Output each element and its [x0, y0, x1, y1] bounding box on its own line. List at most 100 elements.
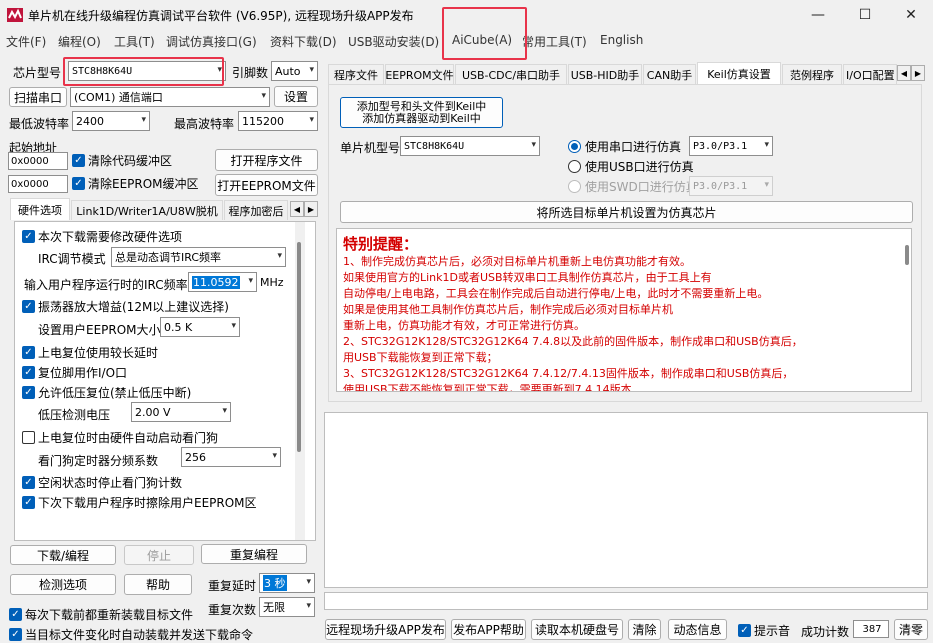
irc-freq-select[interactable]: 11.0592 ▾: [188, 272, 257, 292]
menu-common-tools[interactable]: 常用工具(T): [522, 33, 587, 50]
output-log[interactable]: [324, 412, 928, 588]
reset-count-button[interactable]: 清零: [894, 619, 928, 640]
clear-code-label: 清除代码缓冲区: [88, 154, 173, 168]
serial-pins-select[interactable]: P3.0/P3.1 ▾: [689, 136, 773, 156]
arrow-left-icon[interactable]: ◀: [290, 201, 304, 217]
tab-serial-assistant[interactable]: USB-CDC/串口助手: [455, 64, 567, 84]
tab-offline-writer[interactable]: Link1D/Writer1A/U8W脱机: [71, 200, 223, 220]
clear-button[interactable]: 清除: [628, 619, 661, 640]
scrollbar-thumb[interactable]: [297, 242, 301, 452]
maximize-button[interactable]: ☐: [842, 0, 888, 30]
menu-tools[interactable]: 工具(T): [114, 33, 155, 50]
max-baud-value: 115200: [242, 114, 284, 128]
open-program-file-button[interactable]: 打开程序文件: [215, 149, 318, 171]
irc-freq-unit: MHz: [260, 276, 284, 289]
menu-usb-driver[interactable]: USB驱动安装(D): [348, 33, 439, 50]
erase-eeprom-label: 下次下载用户程序时擦除用户EEPROM区: [38, 496, 257, 510]
pin-count-select[interactable]: Auto ▾: [271, 61, 318, 81]
dynamic-info-button[interactable]: 动态信息: [668, 619, 727, 640]
reload-each-checkbox[interactable]: ✓ 每次下载前都重新装载目标文件: [9, 606, 193, 623]
eeprom-size-select[interactable]: 0.5 K ▾: [160, 317, 240, 337]
menu-program[interactable]: 编程(O): [58, 33, 101, 50]
publish-help-button[interactable]: 发布APP帮助: [451, 619, 526, 640]
wdt-idle-checkbox[interactable]: ✓ 空闲状态时停止看门狗计数: [22, 474, 182, 491]
irc-mode-select[interactable]: 总是动态调节IRC频率 ▾: [111, 247, 286, 267]
wdt-div-label: 看门狗定时器分频系数: [38, 454, 159, 468]
settings-button[interactable]: 设置: [274, 86, 318, 107]
tab-usb-hid[interactable]: USB-HID助手: [568, 64, 642, 84]
por-delay-checkbox[interactable]: ✓ 上电复位使用较长延时: [22, 344, 158, 361]
publish-app-button[interactable]: 远程现场升级APP发布: [325, 619, 446, 640]
swd-pins-select[interactable]: P3.0/P3.1 ▾: [689, 176, 773, 196]
repeat-program-button[interactable]: 重复编程: [201, 544, 307, 564]
tab-program-file[interactable]: 程序文件: [328, 64, 384, 84]
radio-selected-icon: [568, 140, 581, 153]
wdt-auto-label: 上电复位时由硬件自动启动看门狗: [38, 431, 219, 445]
close-button[interactable]: ✕: [888, 0, 933, 30]
port-select[interactable]: (COM1) 通信端口 ▾: [70, 87, 270, 107]
checkbox-checked-icon: ✓: [72, 154, 85, 167]
right-tab-scroll-arrows[interactable]: ◀ ▶: [897, 65, 925, 81]
lvd-voltage-value: 2.00 V: [135, 405, 171, 419]
arrow-right-icon[interactable]: ▶: [304, 201, 318, 217]
add-to-keil-button[interactable]: 添加型号和头文件到Keil中 添加仿真器驱动到Keil中: [340, 97, 503, 128]
chevron-down-icon: ▾: [306, 577, 311, 587]
osc-gain-checkbox[interactable]: ✓ 振荡器放大增益(12M以上建议选择): [22, 298, 229, 315]
open-eeprom-file-button[interactable]: 打开EEPROM文件: [215, 174, 318, 196]
clear-code-checkbox[interactable]: ✓ 清除代码缓冲区: [72, 152, 172, 169]
arrow-left-icon[interactable]: ◀: [897, 65, 911, 81]
read-disk-id-button[interactable]: 读取本机硬盘号: [531, 619, 623, 640]
download-program-button[interactable]: 下载/编程: [10, 545, 116, 565]
reset-io-checkbox[interactable]: ✓ 复位脚用作I/O口: [22, 364, 127, 381]
tab-hardware-options[interactable]: 硬件选项: [10, 198, 70, 220]
tab-keil-emulation[interactable]: Keil仿真设置: [697, 62, 781, 84]
tab-examples[interactable]: 范例程序: [782, 64, 842, 84]
notice-line: 1、制作完成仿真芯片后，必须对目标单片机重新上电仿真功能才有效。: [343, 255, 691, 268]
set-emulation-chip-button[interactable]: 将所选目标单片机设置为仿真芯片: [340, 201, 913, 223]
modify-hw-checkbox[interactable]: ✓ 本次下载需要修改硬件选项: [22, 228, 182, 245]
clear-eeprom-checkbox[interactable]: ✓ 清除EEPROM缓冲区: [72, 175, 199, 192]
beep-checkbox[interactable]: ✓ 提示音: [738, 622, 790, 639]
menu-debug-interface[interactable]: 调试仿真接口(G): [166, 33, 257, 50]
check-options-button[interactable]: 检测选项: [10, 574, 116, 595]
scan-port-button[interactable]: 扫描串口: [9, 87, 67, 107]
notice-line: 3、STC32G12K128/STC32G12K64 7.4.12/7.4.13…: [343, 367, 794, 380]
min-baud-select[interactable]: 2400 ▾: [72, 111, 150, 131]
notice-scrollbar-thumb[interactable]: [905, 245, 909, 265]
radio-serial-emulation[interactable]: 使用串口进行仿真: [568, 138, 681, 155]
repeat-count-select[interactable]: 无限 ▾: [259, 597, 315, 617]
eeprom-address-input[interactable]: 0x0000: [8, 175, 68, 193]
wdt-div-select[interactable]: 256 ▾: [181, 447, 281, 467]
por-delay-label: 上电复位使用较长延时: [38, 346, 159, 360]
radio-swd-emulation[interactable]: 使用SWD口进行仿真: [568, 178, 698, 195]
checkbox-checked-icon: ✓: [22, 366, 35, 379]
max-baud-select[interactable]: 115200 ▾: [238, 111, 318, 131]
wdt-auto-checkbox[interactable]: 上电复位时由硬件自动启动看门狗: [22, 429, 218, 446]
menu-file[interactable]: 文件(F): [6, 33, 46, 50]
radio-usb-emulation[interactable]: 使用USB口进行仿真: [568, 158, 694, 175]
code-address-input[interactable]: 0x0000: [8, 152, 68, 170]
tab-io-config[interactable]: I/O口配置: [843, 64, 897, 84]
help-button[interactable]: 帮助: [124, 574, 192, 595]
chevron-down-icon: ▾: [764, 180, 769, 190]
mcu-type-select[interactable]: STC8H8K64U ▾: [400, 136, 540, 156]
stop-button[interactable]: 停止: [124, 545, 194, 565]
radio-disabled-icon: [568, 180, 581, 193]
checkbox-checked-icon: ✓: [22, 386, 35, 399]
erase-eeprom-checkbox[interactable]: ✓ 下次下载用户程序时擦除用户EEPROM区: [22, 494, 257, 511]
auto-send-checkbox[interactable]: ✓ 当目标文件变化时自动装载并发送下载命令: [9, 626, 253, 643]
tab-encryption[interactable]: 程序加密后: [224, 200, 288, 220]
tab-scroll-arrows[interactable]: ◀ ▶: [290, 201, 318, 217]
tab-eeprom-file[interactable]: EEPROM文件: [385, 64, 454, 84]
min-baud-value: 2400: [76, 114, 104, 128]
hardware-panel-scrollbar[interactable]: [295, 222, 305, 540]
arrow-right-icon[interactable]: ▶: [911, 65, 925, 81]
chevron-down-icon: ▾: [277, 251, 282, 261]
menu-english[interactable]: English: [600, 33, 643, 47]
minimize-button[interactable]: —: [795, 0, 841, 30]
lvd-voltage-select[interactable]: 2.00 V ▾: [131, 402, 231, 422]
menu-downloads[interactable]: 资料下载(D): [270, 33, 337, 50]
lvd-reset-checkbox[interactable]: ✓ 允许低压复位(禁止低压中断): [22, 384, 191, 401]
tab-can-assistant[interactable]: CAN助手: [643, 64, 696, 84]
repeat-delay-select[interactable]: 3 秒 ▾: [259, 573, 315, 593]
